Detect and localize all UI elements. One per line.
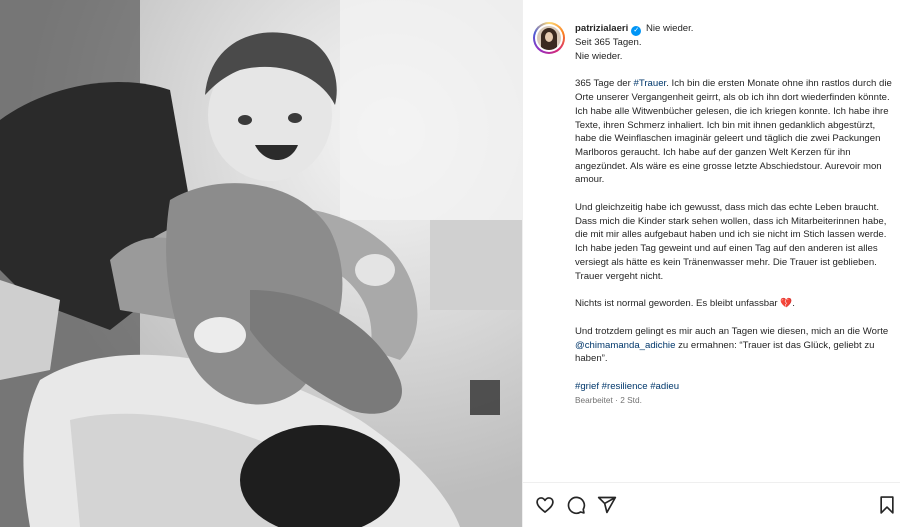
caption-paragraph-3: Nichts ist normal geworden. Es bleibt un… xyxy=(575,297,897,311)
avatar-image xyxy=(537,26,561,50)
hashtag-adieu-link[interactable]: #adieu xyxy=(650,381,679,392)
post-action-bar xyxy=(523,482,900,527)
caption-paragraph-1: 365 Tage der #Trauer. Ich bin die ersten… xyxy=(575,77,897,187)
avatar-ring-inner xyxy=(535,24,563,52)
caption-first-line: patrizialaeri ✓ Nie wieder. xyxy=(575,22,897,36)
username-link[interactable]: patrizialaeri xyxy=(575,23,628,34)
paragraph-1-prefix: 365 Tage der xyxy=(575,78,634,90)
verified-badge-icon: ✓ xyxy=(631,26,642,36)
paragraph-3-suffix: . xyxy=(792,298,795,310)
post-photo xyxy=(0,0,522,527)
broken-heart-emoji-icon: 💔 xyxy=(780,298,793,310)
caption-header-line-3: Nie wieder. xyxy=(575,50,623,62)
hashtag-resilience-link[interactable]: #resilience xyxy=(602,381,648,392)
paragraph-3-text: Nichts ist normal geworden. Es bleibt un… xyxy=(575,298,781,310)
mention-chimamanda-link[interactable]: @chimamanda_adichie xyxy=(575,340,675,351)
hashtag-trauer-link[interactable]: #Trauer xyxy=(634,78,667,89)
caption-paragraph-4: Und trotzdem gelingt es mir auch an Tage… xyxy=(575,325,897,366)
post-meta-edited-time: Bearbeitet · 2 Std. xyxy=(575,394,642,405)
photo-illustration xyxy=(0,0,522,527)
paragraph-4-prefix: Und trotzdem gelingt es mir auch an Tage… xyxy=(575,325,889,337)
hashtag-list: #grief #resilience #adieu xyxy=(575,380,897,394)
hashtag-grief-link[interactable]: #grief xyxy=(575,381,599,392)
caption-paragraph-2: Und gleichzeitig habe ich gewusst, dass … xyxy=(575,202,887,282)
caption-text: patrizialaeri ✓ Nie wieder. Seit 365 Tage… xyxy=(575,22,897,407)
caption-header-line-1: Nie wieder. xyxy=(646,23,694,34)
heart-icon[interactable] xyxy=(535,495,555,515)
bookmark-icon[interactable] xyxy=(877,495,897,515)
caption-header-line-2: Seit 365 Tagen. xyxy=(575,37,642,48)
share-icon[interactable] xyxy=(597,495,617,515)
post-side-panel: patrizialaeri ✓ Nie wieder. Seit 365 Tage… xyxy=(522,0,900,527)
post-caption-block: patrizialaeri ✓ Nie wieder. Seit 365 Tage… xyxy=(533,22,897,407)
paragraph-1-text: . Ich bin die ersten Monate ohne ihn ras… xyxy=(575,78,892,186)
avatar[interactable] xyxy=(533,22,565,54)
comment-icon[interactable] xyxy=(566,495,586,515)
